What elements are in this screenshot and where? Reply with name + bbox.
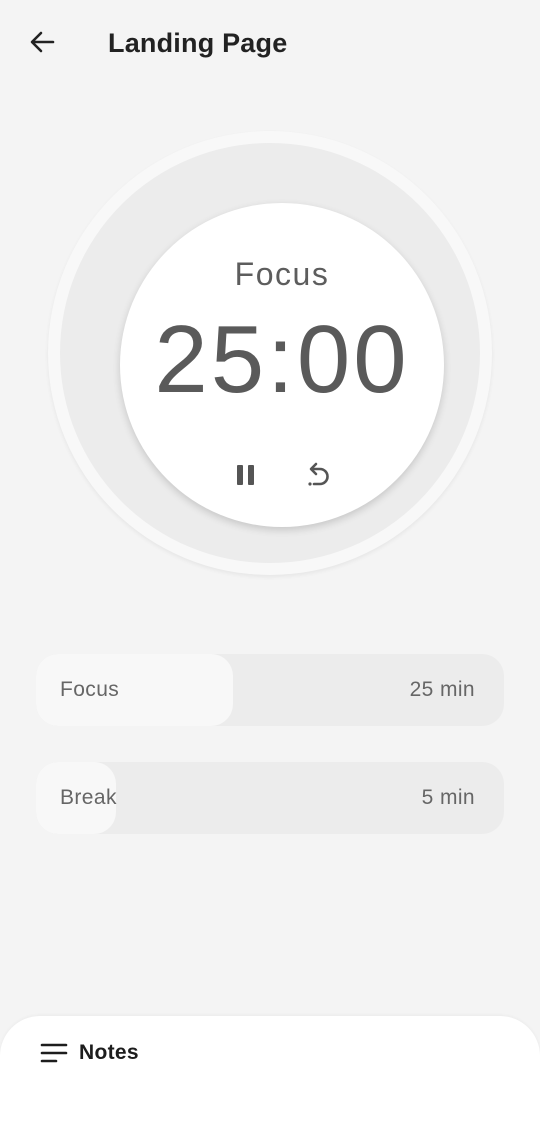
timer-dial: Focus 25:00 [48,131,492,575]
notes-bottom-sheet[interactable]: Notes [0,1016,540,1126]
pause-button[interactable] [228,457,264,497]
reset-icon [304,460,332,495]
app-bar: Landing Page [0,0,540,86]
notes-lines-icon [40,1042,68,1064]
focus-duration-label: Focus [60,678,120,701]
timer-progress-ring: Focus 25:00 [60,143,480,563]
timer-controls [120,457,444,497]
page-title: Landing Page [108,28,288,58]
timer-face: Focus 25:00 [120,203,444,527]
pause-icon [235,463,257,492]
focus-duration-slider[interactable]: Focus 25 min [36,654,504,726]
timer-mode-label: Focus [234,256,330,292]
focus-duration-value: 25 min [409,678,475,701]
break-duration-label: Break [60,786,117,809]
notes-label: Notes [79,1041,139,1064]
back-button[interactable] [22,22,62,62]
break-duration-slider[interactable]: Break 5 min [36,762,504,834]
timer-time: 25:00 [154,306,410,413]
arrow-left-icon [28,28,56,56]
break-duration-value: 5 min [421,786,475,809]
reset-button[interactable] [300,457,336,497]
